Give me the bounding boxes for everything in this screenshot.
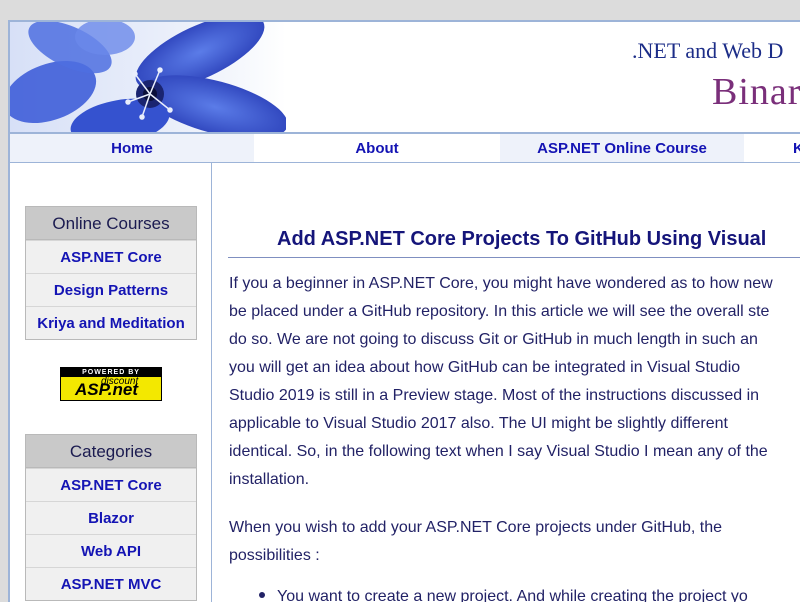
page: .NET and Web D Binar Home About ASP.NET … — [8, 20, 800, 602]
article-paragraph-2: When you wish to add your ASP.NET Core p… — [229, 514, 800, 570]
course-link-aspnet-core[interactable]: ASP.NET Core — [26, 240, 196, 273]
paragraph-line: identical. So, in the following text whe… — [229, 443, 768, 460]
category-link-blazor[interactable]: Blazor — [26, 501, 196, 534]
paragraph-line: you will get an idea about how GitHub ca… — [229, 359, 741, 376]
site-header: .NET and Web D Binar — [10, 22, 800, 134]
title-divider — [228, 257, 800, 258]
paragraph-line: If you a beginner in ASP.NET Core, you m… — [229, 275, 773, 292]
paragraph-line: When you wish to add your ASP.NET Core p… — [229, 519, 722, 536]
site-tagline: .NET and Web D — [632, 38, 784, 63]
nav-about[interactable]: About — [255, 134, 499, 162]
sidebar-divider — [211, 163, 212, 602]
article-title: Add ASP.NET Core Projects To GitHub Usin… — [277, 228, 767, 250]
nav-kriya[interactable]: K — [745, 134, 800, 162]
course-link-design-patterns[interactable]: Design Patterns — [26, 273, 196, 306]
category-link-aspnet-mvc[interactable]: ASP.NET MVC — [26, 567, 196, 600]
bullet-icon — [259, 592, 265, 599]
nav-aspnet-online-course[interactable]: ASP.NET Online Course — [500, 134, 744, 162]
paragraph-line: installation. — [229, 471, 310, 488]
category-link-web-api[interactable]: Web API — [26, 534, 196, 567]
badge-aspnet: ASP.net — [75, 380, 138, 399]
online-courses-heading: Online Courses — [26, 207, 196, 240]
nav-home[interactable]: Home — [10, 134, 254, 162]
site-brand: Binar — [712, 71, 800, 113]
course-link-kriya[interactable]: Kriya and Meditation — [26, 306, 196, 339]
paragraph-line: applicable to Visual Studio 2017 also. T… — [229, 415, 728, 432]
paragraph-line: possibilities : — [229, 547, 320, 564]
categories-heading: Categories — [26, 435, 196, 468]
top-navigation: Home About ASP.NET Online Course K — [10, 134, 800, 163]
paragraph-line: Studio 2019 is still in a Preview stage.… — [229, 387, 760, 404]
discount-aspnet-badge[interactable]: POWERED BY discount ASP.net — [60, 367, 162, 401]
flower-banner-image — [10, 22, 286, 134]
online-courses-box: Online Courses ASP.NET Core Design Patte… — [25, 206, 197, 340]
categories-box: Categories ASP.NET Core Blazor Web API A… — [25, 434, 197, 601]
paragraph-line: be placed under a GitHub repository. In … — [229, 303, 770, 320]
category-link-aspnet-core[interactable]: ASP.NET Core — [26, 468, 196, 501]
article-paragraph-1: If you a beginner in ASP.NET Core, you m… — [229, 270, 800, 494]
paragraph-line: do so. We are not going to discuss Git o… — [229, 331, 758, 348]
